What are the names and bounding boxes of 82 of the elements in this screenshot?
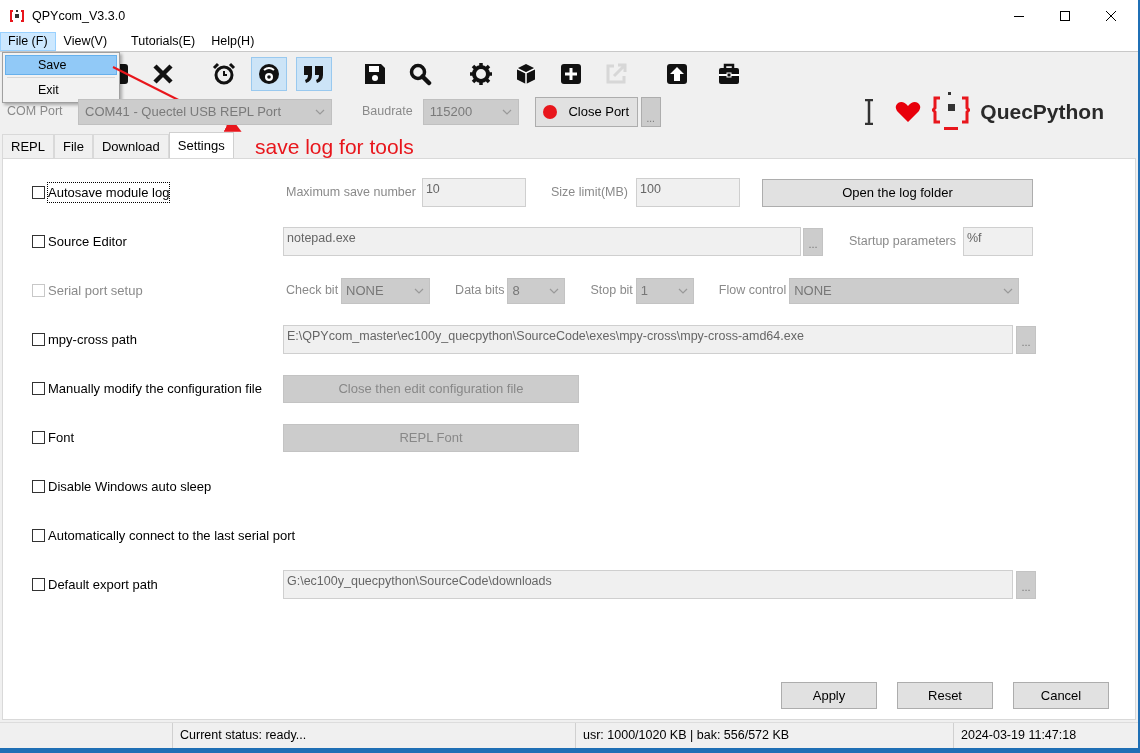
checkbox[interactable] xyxy=(32,529,45,542)
menu-item[interactable]: Save xyxy=(5,55,117,75)
field-label: Check bit xyxy=(286,282,339,300)
dialog-button[interactable]: Apply xyxy=(781,682,877,709)
browse-button[interactable]: ... xyxy=(1016,325,1036,354)
dialog-button[interactable]: Cancel xyxy=(1013,682,1109,709)
checkbox-label: Font xyxy=(47,428,75,447)
toolbar-toggle[interactable] xyxy=(296,56,332,91)
status-text: 2024-03-19 11:47:18 xyxy=(961,727,1077,745)
more-button[interactable]: ... xyxy=(640,96,661,127)
checkbox[interactable] xyxy=(32,333,45,346)
status-dot-icon xyxy=(543,104,558,119)
chevron-down-icon xyxy=(501,108,512,115)
field-label: Flow control xyxy=(718,282,787,300)
dialog-button[interactable]: Reset xyxy=(897,682,993,709)
checkbox-label: mpy-cross path xyxy=(47,330,138,349)
tab[interactable]: Download xyxy=(92,134,169,158)
checkbox[interactable] xyxy=(32,480,45,493)
brand-name: QuecPython xyxy=(980,98,1104,125)
checkbox-label: Automatically connect to the last serial port xyxy=(47,526,297,545)
alarm-clock-icon[interactable] xyxy=(212,61,236,86)
close-port-button[interactable]: Close Port xyxy=(534,96,638,127)
field-label: Stop bit xyxy=(590,282,633,300)
chevron-down-icon xyxy=(677,287,688,294)
chevron-down-icon xyxy=(315,108,325,115)
checkbox[interactable] xyxy=(32,235,45,248)
input-field[interactable]: notepad.exe xyxy=(283,227,801,256)
logo-icon xyxy=(932,91,971,132)
menu-item[interactable]: File (F) xyxy=(0,32,56,51)
upload-icon[interactable] xyxy=(665,61,689,86)
input-field[interactable]: %f xyxy=(963,227,1033,256)
tab[interactable]: Settings xyxy=(168,132,234,158)
tab[interactable]: REPL xyxy=(2,134,54,158)
checkbox-label: Manually modify the configuration file xyxy=(47,379,263,398)
checkbox-label: Disable Windows auto sleep xyxy=(47,477,213,496)
baudrate-label: Baudrate xyxy=(362,103,413,121)
tab[interactable]: File xyxy=(53,134,93,158)
plus-icon[interactable] xyxy=(559,61,583,86)
browse-button[interactable]: ... xyxy=(1016,570,1036,599)
heart-icon xyxy=(895,100,922,123)
input-field[interactable]: E:\QPYcom_master\ec100y_quecpython\SourceCode\exes\mpy-cross\mpy-cross-amd64.exe xyxy=(283,325,1013,354)
checkbox-label: Serial port setup xyxy=(47,281,144,300)
annotation-text: save log for tools xyxy=(255,134,414,160)
menu-item[interactable]: Tutorials(E) xyxy=(123,32,204,51)
settings-icon[interactable] xyxy=(469,61,493,86)
checkbox[interactable] xyxy=(32,382,45,395)
input-field[interactable]: 10 xyxy=(421,178,526,207)
field-label: Data bits xyxy=(455,282,505,300)
cube-icon[interactable] xyxy=(514,61,538,86)
checkbox-label: Source Editor xyxy=(47,232,128,251)
checkbox-label: Autosave module log xyxy=(47,181,171,204)
close-icon[interactable] xyxy=(1106,11,1116,21)
field-label: Size limit(MB) xyxy=(550,184,628,202)
action-button[interactable]: Open the log folder xyxy=(762,178,1033,207)
menu-item[interactable]: Help(H) xyxy=(203,32,263,51)
field-label: Startup parameters xyxy=(849,233,956,251)
chevron-down-icon xyxy=(549,287,560,294)
browse-button[interactable]: ... xyxy=(803,227,823,256)
app-icon xyxy=(10,9,24,23)
checkbox[interactable] xyxy=(32,578,45,591)
checkbox-label: Default export path xyxy=(47,575,159,594)
port-label: COM Port xyxy=(7,103,64,121)
text-cursor-icon xyxy=(865,98,874,125)
maximize-icon[interactable] xyxy=(1060,11,1070,21)
menu-item[interactable]: View(V) xyxy=(55,32,116,51)
status-text: usr: 1000/1020 KB | bak: 556/572 KB xyxy=(583,727,790,745)
status-text: Current status: ready... xyxy=(180,727,307,745)
input-field[interactable]: 100 xyxy=(636,178,740,207)
baudrate-select[interactable]: 115200 xyxy=(422,98,519,125)
port-select[interactable]: COM41 - Quectel USB REPL Port xyxy=(78,98,332,125)
chevron-down-icon xyxy=(414,287,425,294)
toolbox-icon[interactable] xyxy=(717,61,741,86)
close-icon[interactable] xyxy=(151,61,175,86)
checkbox[interactable] xyxy=(32,431,45,444)
input-field[interactable]: G:\ec100y_quecpython\SourceCode\downloads xyxy=(283,570,1013,599)
menu-item[interactable]: Exit xyxy=(5,80,117,100)
checkbox[interactable] xyxy=(32,186,45,199)
search-icon[interactable] xyxy=(408,61,432,86)
window-title: QPYcom_V3.3.0 xyxy=(32,7,126,25)
toolbar-toggle[interactable] xyxy=(251,56,287,91)
field-label: Maximum save number xyxy=(286,184,416,202)
chevron-down-icon xyxy=(1003,287,1014,294)
